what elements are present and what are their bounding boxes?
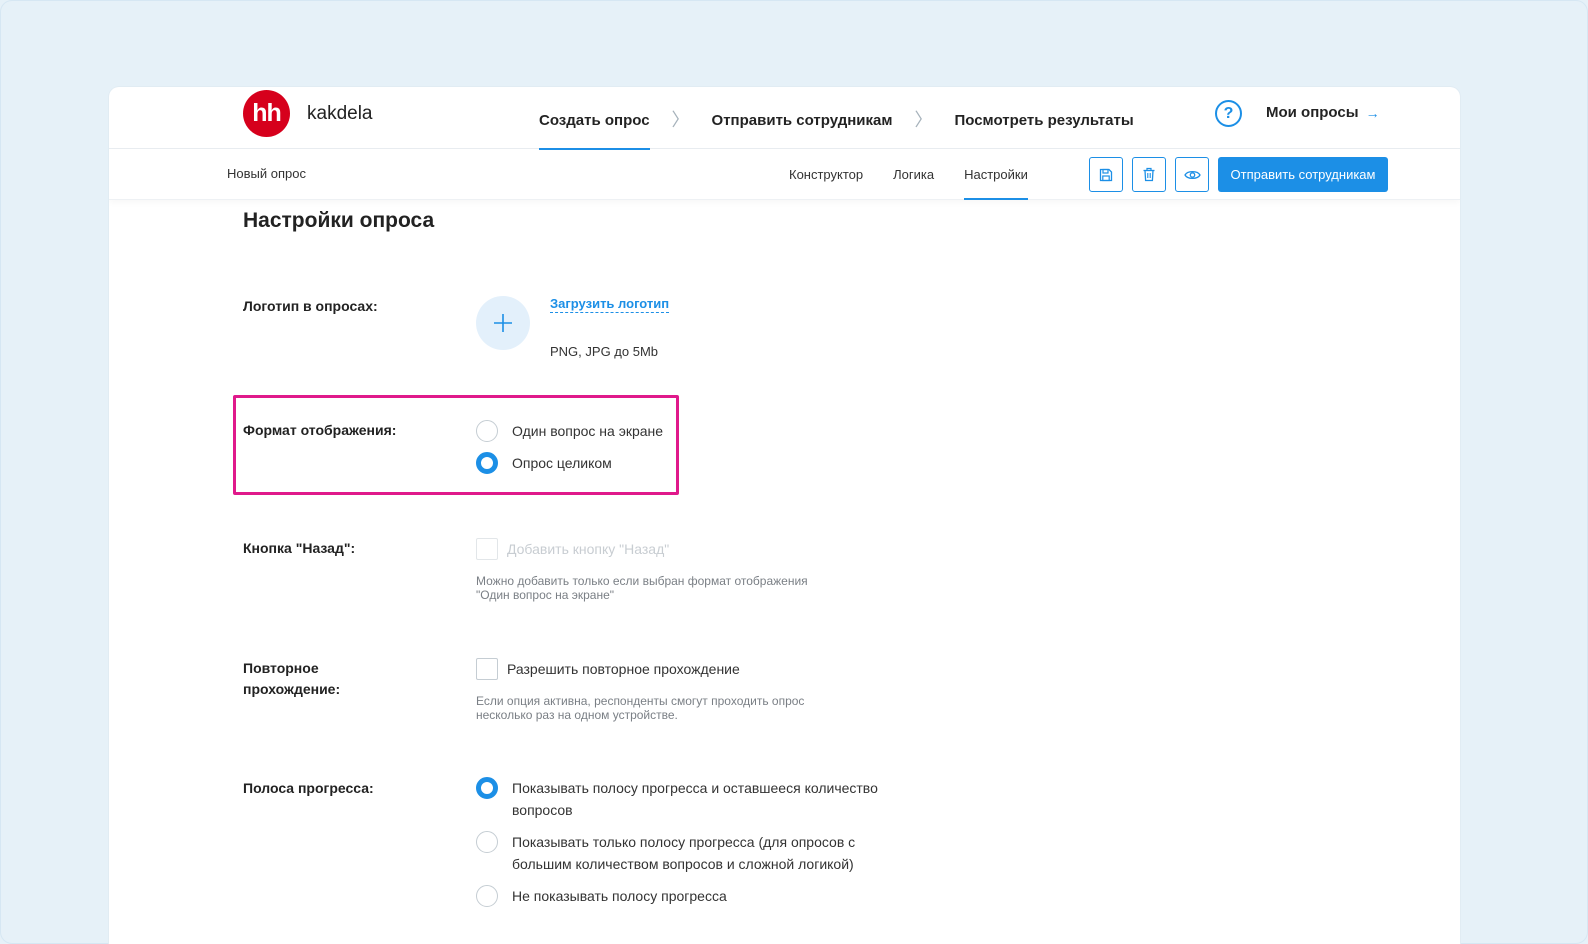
radio-button[interactable]	[476, 885, 498, 907]
save-button[interactable]	[1089, 157, 1123, 192]
delete-button[interactable]	[1132, 157, 1166, 192]
editor-tabs: Конструктор Логика Настройки	[789, 149, 1058, 200]
logo-label: Логотип в опросах:	[243, 298, 378, 314]
radio-button-selected[interactable]	[476, 777, 498, 799]
highlight-frame	[233, 395, 679, 495]
brand-name: kakdela	[307, 103, 373, 124]
my-surveys-label: Мои опросы	[1266, 104, 1359, 121]
display-format-option-whole-survey[interactable]: Опрос целиком	[476, 452, 612, 474]
arrow-right-icon: →	[1365, 104, 1380, 121]
add-back-button-checkbox-row[interactable]: Добавить кнопку "Назад"	[476, 538, 669, 560]
retake-label: Повторное прохождение:	[243, 658, 340, 700]
sub-header: Новый опрос Конструктор Логика Настройки	[109, 149, 1460, 200]
back-button-label: Кнопка "Назад":	[243, 540, 356, 556]
step-navigation: Создать опрос 〉 Отправить сотрудникам 〉 …	[539, 87, 1134, 150]
chevron-right-icon: 〉	[914, 110, 933, 130]
hint-line: несколько раз на одном устройстве.	[476, 708, 678, 722]
preview-button[interactable]	[1175, 157, 1209, 192]
retake-label-line: прохождение:	[243, 681, 341, 697]
my-surveys-link[interactable]: Мои опросы →	[1266, 104, 1380, 121]
checkbox[interactable]	[476, 658, 498, 680]
tab-constructor[interactable]: Конструктор	[789, 149, 863, 200]
save-icon	[1099, 168, 1113, 181]
progress-bar-label: Полоса прогресса:	[243, 780, 374, 796]
help-icon[interactable]: ?	[1215, 100, 1242, 127]
radio-label: Показывать только полосу прогресса (для …	[512, 834, 856, 872]
upload-logo-button[interactable]	[476, 296, 530, 350]
chevron-right-icon: 〉	[671, 110, 690, 130]
radio-label: Опрос целиком	[512, 455, 612, 471]
display-format-label: Формат отображения:	[243, 422, 397, 438]
radio-button-selected[interactable]	[476, 452, 498, 474]
radio-label: Показывать полосу прогресса и оставшееся…	[512, 780, 878, 818]
radio-label: Не показывать полосу прогресса	[512, 888, 727, 904]
top-header: hh kakdela Создать опрос 〉 Отправить сот…	[109, 87, 1460, 150]
step-view-results[interactable]: Посмотреть результаты	[954, 87, 1133, 149]
retake-hint: Если опция активна, респонденты смогут п…	[476, 694, 896, 722]
progress-option-bar-only[interactable]: Показывать только полосу прогресса (для …	[476, 831, 912, 875]
back-button-hint: Можно добавить только если выбран формат…	[476, 574, 896, 602]
hint-line: Если опция активна, респонденты смогут п…	[476, 694, 805, 708]
step-send-to-employees[interactable]: Отправить сотрудникам	[712, 87, 893, 149]
tab-settings[interactable]: Настройки	[964, 149, 1028, 200]
upload-logo-link[interactable]: Загрузить логотип	[550, 296, 670, 313]
tab-logic[interactable]: Логика	[893, 149, 934, 200]
checkbox-label: Добавить кнопку "Назад"	[507, 541, 670, 557]
step-create-survey[interactable]: Создать опрос	[539, 87, 650, 150]
progress-option-hide[interactable]: Не показывать полосу прогресса	[476, 885, 912, 907]
hh-logo[interactable]: hh	[243, 90, 290, 137]
radio-button[interactable]	[476, 420, 498, 442]
trash-icon	[1143, 167, 1155, 182]
survey-name[interactable]: Новый опрос	[227, 166, 306, 181]
radio-button[interactable]	[476, 831, 498, 853]
app-window: hh kakdela Создать опрос 〉 Отправить сот…	[109, 87, 1460, 944]
upload-logo-hint: PNG, JPG до 5Mb	[550, 344, 659, 359]
send-to-employees-button[interactable]: Отправить сотрудникам	[1218, 157, 1388, 192]
retake-label-line: Повторное	[243, 660, 319, 676]
hint-line: Можно добавить только если выбран формат…	[476, 574, 808, 588]
progress-option-bar-and-count[interactable]: Показывать полосу прогресса и оставшееся…	[476, 777, 912, 821]
hint-line: "Один вопрос на экране"	[476, 588, 615, 602]
eye-icon	[1183, 170, 1201, 179]
radio-label: Один вопрос на экране	[512, 423, 664, 439]
checkbox-label: Разрешить повторное прохождение	[507, 661, 740, 677]
allow-retake-checkbox-row[interactable]: Разрешить повторное прохождение	[476, 658, 740, 680]
checkbox[interactable]	[476, 538, 498, 560]
display-format-option-one-question[interactable]: Один вопрос на экране	[476, 420, 663, 442]
page-title: Настройки опроса	[243, 209, 435, 232]
plus-icon	[494, 314, 512, 332]
